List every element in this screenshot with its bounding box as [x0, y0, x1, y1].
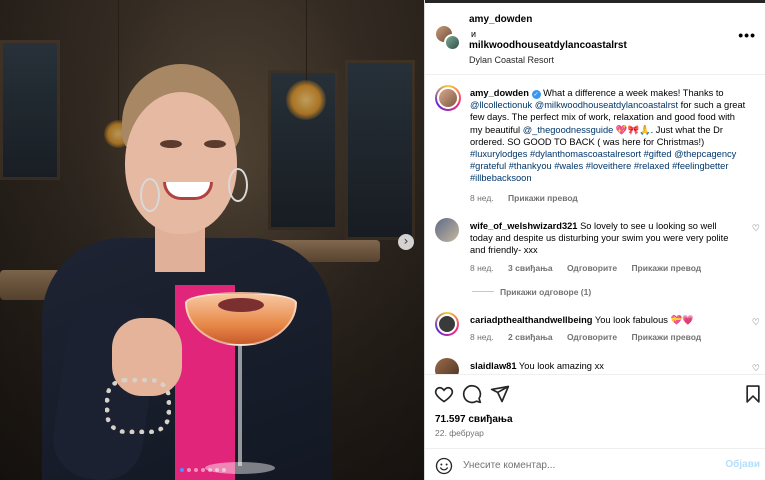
carousel-dot	[208, 468, 212, 472]
translate-link[interactable]: Прикажи превод	[631, 263, 701, 273]
comment-time: 8 нед.	[470, 332, 494, 342]
carousel-dots	[180, 468, 226, 472]
avatar[interactable]	[435, 358, 459, 374]
post-photo[interactable]: ›	[0, 0, 424, 480]
comment-icon[interactable]	[462, 384, 482, 404]
view-replies-label[interactable]: Прикажи одговоре (1)	[500, 287, 591, 297]
reply-button[interactable]: Одговорите	[567, 332, 617, 342]
face	[125, 92, 237, 234]
mention-link[interactable]: @_thegoodnessguide	[523, 125, 614, 135]
coauthor-username[interactable]: milkwoodhouseatdylancoastalrst	[469, 40, 627, 51]
caption-text: What a difference a week makes! Thanks t…	[540, 88, 724, 98]
avatar[interactable]	[444, 34, 461, 51]
action-bar	[425, 374, 765, 410]
avatar[interactable]	[435, 312, 459, 336]
comments-list[interactable]: amy_dowden ✓ What a difference a week ma…	[425, 76, 765, 374]
hashtag-links[interactable]: #luxurylodges #dylanthomascoastalresort …	[470, 149, 736, 183]
chevron-right-icon[interactable]: ›	[398, 234, 414, 250]
cocktail-garnish	[218, 298, 264, 312]
eye	[204, 140, 226, 148]
add-comment-bar: Објави	[425, 448, 765, 480]
mention-link[interactable]: @milkwoodhouseatdylancoastalrst	[535, 100, 678, 110]
comment-likes[interactable]: 2 свиђања	[508, 332, 553, 342]
share-icon[interactable]	[490, 384, 510, 404]
post-caption: amy_dowden ✓ What a difference a week ma…	[470, 87, 746, 185]
author-username[interactable]: amy_dowden	[469, 14, 532, 25]
heart-icon[interactable]: ♡	[752, 224, 760, 234]
emoji-icon[interactable]	[435, 457, 453, 475]
mention-link[interactable]: @llcollectionuk	[470, 100, 532, 110]
verified-icon: ✓	[531, 90, 541, 99]
carousel-dot	[187, 468, 191, 472]
location-link[interactable]: Dylan Coastal Resort	[469, 55, 554, 65]
comment-body: You look amazing xx	[516, 361, 604, 371]
comment-username[interactable]: slaidlaw81	[470, 361, 517, 371]
carousel-dot	[180, 468, 184, 472]
heart-icon[interactable]: ♡	[752, 318, 760, 328]
earring	[228, 168, 248, 202]
eye	[160, 140, 182, 148]
comment-username[interactable]: cariadpthealthandwellbeing	[470, 315, 592, 325]
collab-avatars[interactable]	[435, 25, 461, 51]
translate-link[interactable]: Прикажи превод	[631, 332, 701, 342]
caption-meta: 8 нед. Прикажи превод	[470, 193, 590, 203]
bracelets	[105, 378, 171, 434]
reply-button[interactable]: Одговорите	[567, 263, 617, 273]
glass-stem	[238, 346, 242, 466]
comment: cariadpthealthandwellbeing You look fabu…	[470, 314, 740, 326]
comment-likes[interactable]: 3 свиђања	[508, 263, 553, 273]
bookmark-icon[interactable]	[743, 384, 763, 404]
comment: slaidlaw81 You look amazing xx	[470, 360, 740, 372]
heart-icon[interactable]: ♡	[752, 364, 760, 374]
post-side-panel: amy_dowden и milkwoodhouseatdylancoastal…	[424, 0, 765, 480]
avatar[interactable]	[435, 85, 461, 111]
post-comment-button[interactable]: Објави	[725, 459, 760, 470]
likes-count[interactable]: 71.597 свиђања	[435, 414, 513, 425]
caption-username[interactable]: amy_dowden	[470, 88, 529, 98]
comment-meta: 8 нед. 2 свиђања Одговорите Прикажи прев…	[470, 332, 713, 342]
comment-input[interactable]	[463, 456, 713, 474]
avatar[interactable]	[435, 218, 459, 242]
caption-time: 8 нед.	[470, 193, 494, 203]
carousel-dot	[215, 468, 219, 472]
view-replies-button[interactable]: Прикажи одговоре (1)	[472, 287, 591, 297]
comment: wife_of_welshwizard321 So lovely to see …	[470, 220, 740, 257]
translate-link[interactable]: Прикажи превод	[508, 193, 578, 203]
carousel-dot	[201, 468, 205, 472]
carousel-dot	[222, 468, 226, 472]
heart-icon[interactable]	[434, 384, 454, 404]
comment-meta: 8 нед. 3 свиђања Одговорите Прикажи прев…	[470, 263, 713, 273]
divider	[472, 291, 494, 292]
post-date: 22. фебруар	[435, 428, 484, 438]
and-label: и	[471, 29, 477, 39]
more-icon[interactable]: •••	[738, 27, 756, 43]
post-header: amy_dowden и milkwoodhouseatdylancoastal…	[425, 3, 765, 75]
earring	[140, 178, 160, 212]
comment-username[interactable]: wife_of_welshwizard321	[470, 221, 577, 231]
carousel-dot	[194, 468, 198, 472]
comment-time: 8 нед.	[470, 263, 494, 273]
comment-body: You look fabulous 💝💗	[592, 315, 694, 325]
